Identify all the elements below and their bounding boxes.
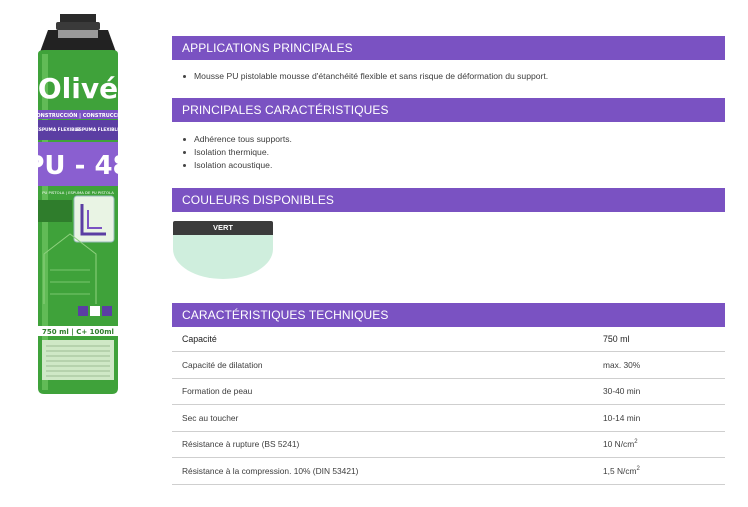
features-list: Adhérence tous supports. Isolation therm… (172, 133, 725, 172)
swatch-color (173, 235, 273, 279)
table-row: Résistance à la compression. 10% (DIN 53… (172, 457, 725, 485)
tech-label: Capacité de dilatation (172, 351, 593, 379)
tech-table: Capacité 750 ml Capacité de dilatation m… (172, 327, 725, 485)
product-model: PU - 48 (30, 151, 126, 181)
tech-label: Formation de peau (172, 378, 593, 405)
table-row: Capacité de dilatation max. 30% (172, 351, 725, 379)
table-row: Sec au toucher 10-14 min (172, 404, 725, 432)
tech-value: max. 30% (593, 351, 725, 379)
features-title: PRINCIPALES CARACTÉRISTIQUES (172, 98, 725, 122)
tech-section: CARACTÉRISTIQUES TECHNIQUES Capacité 750… (172, 303, 725, 485)
tech-value: 750 ml (593, 327, 725, 352)
tech-value-text: 1,5 N/cm (603, 465, 637, 476)
product-line2a: ESPUMA FLEXIBLE (36, 127, 80, 133)
applications-section: APPLICATIONS PRINCIPALES Mousse PU pisto… (172, 36, 725, 83)
tech-label: Résistance à rupture (BS 5241) (172, 431, 593, 458)
tech-value: 1,5 N/cm2 (593, 457, 725, 485)
table-row: Formation de peau 30-40 min (172, 378, 725, 405)
product-volume: 750 ml | C+ 100ml (42, 328, 114, 337)
tech-value-text: 10 N/cm (603, 439, 635, 450)
applications-title: APPLICATIONS PRINCIPALES (172, 36, 725, 60)
applications-list: Mousse PU pistolable mousse d'étanchéité… (172, 70, 725, 83)
product-line2b: ESPUMA FLEXIBLE (76, 127, 120, 133)
tech-value: 30-40 min (593, 378, 725, 405)
color-swatch-vert[interactable]: VERT (173, 221, 273, 279)
list-item: Adhérence tous supports. (183, 133, 725, 146)
product-line1: CONSTRUCCIÓN | CONSTRUCCIÓ (33, 112, 123, 119)
swatch-label: VERT (173, 221, 273, 235)
tech-label: Résistance à la compression. 10% (DIN 53… (172, 457, 593, 485)
colors-section: COULEURS DISPONIBLES (172, 188, 725, 212)
list-item: Isolation thermique. (183, 146, 725, 159)
list-item: Mousse PU pistolable mousse d'étanchéité… (183, 70, 725, 83)
table-row: Résistance à rupture (BS 5241) 10 N/cm2 (172, 431, 725, 458)
tech-value-sup: 2 (636, 465, 640, 472)
tech-label: Capacité (172, 327, 593, 352)
colors-title: COULEURS DISPONIBLES (172, 188, 725, 212)
product-sub: PU PISTOLA | ESPUMA DE PU PISTOLA (42, 190, 114, 195)
features-section: PRINCIPALES CARACTÉRISTIQUES Adhérence t… (172, 98, 725, 172)
product-brand: Olivé (38, 72, 118, 105)
product-image: Olivé CONSTRUCCIÓN | CONSTRUCCIÓ ESPUMA … (30, 14, 126, 396)
tech-value: 10 N/cm2 (593, 431, 725, 458)
tech-title: CARACTÉRISTIQUES TECHNIQUES (172, 303, 725, 327)
tech-label: Sec au toucher (172, 404, 593, 432)
tech-value: 10-14 min (593, 404, 725, 432)
table-row: Capacité 750 ml (172, 327, 725, 352)
list-item: Isolation acoustique. (183, 159, 725, 172)
tech-value-sup: 2 (634, 439, 638, 446)
